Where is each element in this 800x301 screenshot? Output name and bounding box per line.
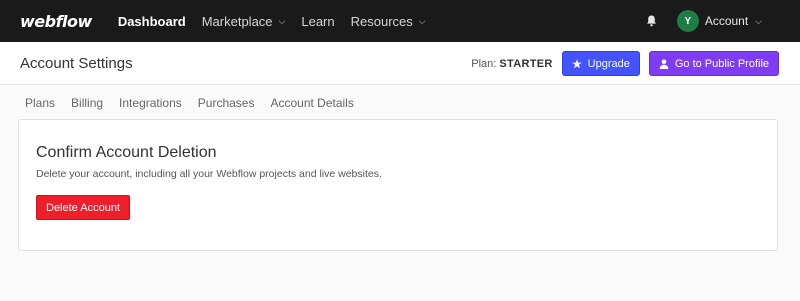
header-actions: Plan: STARTER Upgrade Go to Public Profi… [471, 42, 779, 85]
top-nav-bar: webflow Dashboard Marketplace ⌵ Learn Re… [0, 0, 800, 42]
page-title: Account Settings [20, 54, 133, 72]
settings-header: Account Settings Plan: STARTER Upgrade G… [0, 42, 800, 85]
webflow-logo[interactable]: webflow [20, 12, 92, 31]
card-description: Delete your account, including all your … [36, 168, 382, 180]
chevron-down-icon[interactable]: ⌵ [755, 16, 762, 27]
bell-icon[interactable] [645, 14, 659, 28]
nav-dashboard[interactable]: Dashboard [118, 14, 186, 29]
card-title: Confirm Account Deletion [36, 144, 217, 161]
plan-indicator: Plan: STARTER [471, 58, 552, 70]
public-profile-button[interactable]: Go to Public Profile [648, 51, 779, 76]
public-profile-button-label: Go to Public Profile [674, 57, 769, 70]
nav-resources-label: Resources [350, 13, 413, 29]
upgrade-button-label: Upgrade [587, 57, 630, 70]
delete-account-card: Confirm Account Deletion Delete your acc… [18, 119, 778, 251]
star-icon [571, 58, 582, 69]
tab-purchases[interactable]: Purchases [198, 96, 255, 110]
chevron-down-icon: ⌵ [278, 15, 286, 26]
tab-plans[interactable]: Plans [25, 96, 55, 110]
settings-tabs: Plans Billing Integrations Purchases Acc… [0, 85, 800, 120]
nav-marketplace-label: Marketplace [201, 13, 273, 29]
tab-account-details[interactable]: Account Details [270, 96, 353, 110]
account-menu-label[interactable]: Account [705, 14, 748, 28]
user-icon [659, 59, 669, 69]
delete-account-button[interactable]: Delete Account [36, 195, 130, 220]
tab-integrations[interactable]: Integrations [119, 96, 182, 110]
nav-resources[interactable]: Resources ⌵ [351, 14, 426, 29]
avatar[interactable]: Y [676, 10, 699, 32]
plan-label: Plan: [471, 57, 497, 70]
top-right-controls: Y Account ⌵ [645, 0, 762, 42]
nav-dashboard-label: Dashboard [117, 13, 186, 29]
delete-account-button-label: Delete Account [46, 201, 120, 214]
nav-marketplace[interactable]: Marketplace ⌵ [202, 14, 286, 29]
nav-learn[interactable]: Learn [301, 14, 334, 29]
tab-billing[interactable]: Billing [71, 96, 103, 110]
upgrade-button[interactable]: Upgrade [561, 51, 640, 76]
chevron-down-icon: ⌵ [418, 15, 426, 26]
plan-name: STARTER [499, 57, 553, 70]
nav-learn-label: Learn [301, 13, 335, 29]
